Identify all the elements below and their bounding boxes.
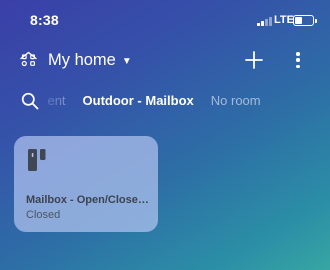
battery-icon [293, 15, 317, 26]
contact-sensor-icon [28, 149, 46, 171]
more-options-button[interactable] [288, 50, 308, 70]
network-type: LTE [274, 14, 294, 26]
status-bar: 8:38 LTE [0, 0, 330, 40]
home-header: My home ▼ [0, 44, 330, 76]
signal-strength-icon [257, 16, 272, 26]
battery-nub [314, 18, 317, 23]
device-card[interactable]: Mailbox - Open/Close Sensor Closed [14, 136, 158, 232]
room-tab[interactable]: No room [211, 93, 261, 108]
add-button[interactable] [244, 50, 264, 70]
house-devices-icon[interactable] [20, 51, 37, 68]
signal-bar [261, 20, 264, 26]
room-tabs: Basement Outdoor - Mailbox No room [0, 86, 330, 114]
caret-down-icon: ▼ [121, 55, 132, 67]
home-title: My home [48, 51, 116, 69]
tabs-scroller[interactable]: Basement Outdoor - Mailbox No room [47, 86, 330, 114]
tabs-track: Basement Outdoor - Mailbox No room [47, 93, 261, 108]
device-state: Closed [26, 209, 61, 221]
signal-bar [257, 22, 260, 26]
search-icon[interactable] [21, 92, 39, 110]
room-tab[interactable]: Basement [47, 93, 66, 108]
room-tab[interactable]: Outdoor - Mailbox [83, 93, 194, 108]
signal-bar [269, 16, 272, 26]
signal-bar [265, 18, 268, 26]
status-time: 8:38 [30, 12, 59, 28]
device-name: Mailbox - Open/Close Sensor [26, 194, 150, 206]
battery-level-fill [295, 17, 302, 24]
home-selector[interactable]: My home ▼ [48, 51, 132, 70]
